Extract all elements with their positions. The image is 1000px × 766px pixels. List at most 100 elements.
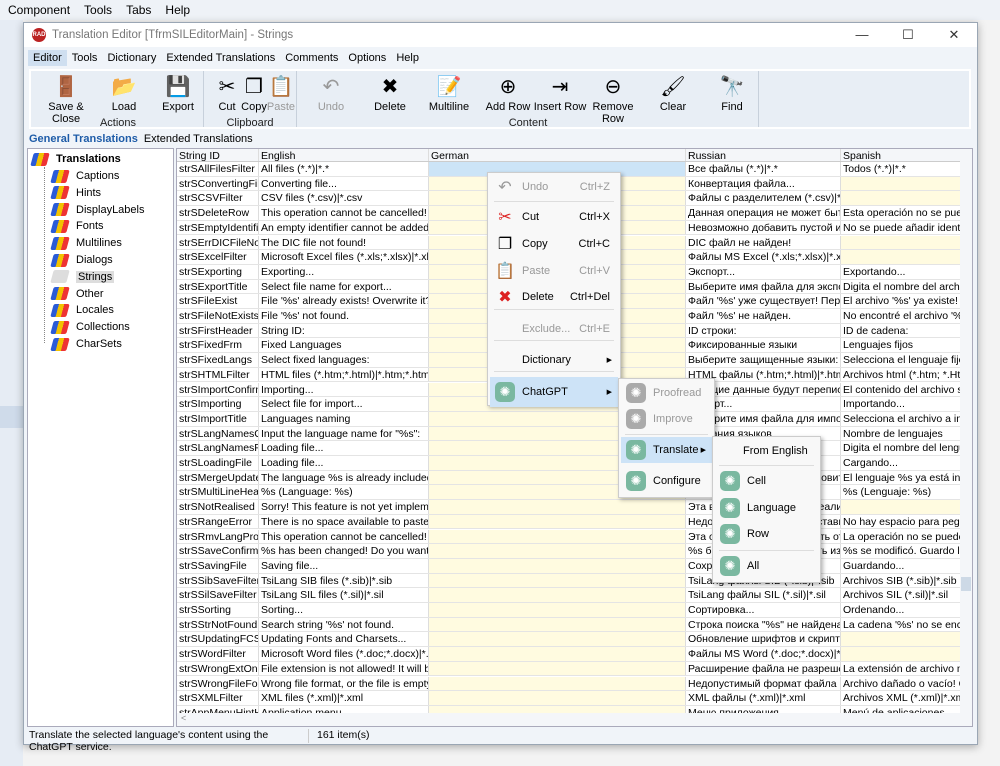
cell-spanish[interactable]: Nombre de lenguajes (841, 426, 962, 441)
cell-english[interactable]: Microsoft Word files (*.doc;*.docx)|*.do… (259, 647, 429, 661)
cell-spanish[interactable]: El contenido del archivo se sobrescribir… (841, 382, 962, 397)
cell-english[interactable]: The DIC file not found! (259, 235, 429, 250)
cell-english[interactable]: This operation cannot be cancelled! Remo… (259, 529, 429, 544)
cell-german[interactable] (429, 632, 686, 647)
cell-spanish[interactable]: Lenguajes fijos (841, 338, 962, 353)
column-header-german[interactable]: German (429, 149, 686, 161)
cell-string-id[interactable]: strSEmptyIdentifier (177, 220, 259, 235)
table-row[interactable]: strSRmvLangPromptThis operation cannot b… (177, 529, 962, 545)
cell-string-id[interactable]: strSLangNamesCapt (177, 426, 259, 441)
cell-english[interactable]: Wrong file format, or the file is empty!… (259, 676, 429, 691)
vertical-scrollbar[interactable] (960, 149, 972, 714)
table-row[interactable]: strSWrongFileFormatWrong file format, or… (177, 676, 962, 692)
cell-russian[interactable]: TsiLang файлы SIL (*.sil)|*.sil (686, 588, 841, 602)
cell-string-id[interactable]: strSFixedLangs (177, 353, 259, 367)
cell-spanish[interactable]: La operación no se puede cancelar (841, 529, 962, 544)
cell-string-id[interactable]: strSStrNotFound (177, 617, 259, 632)
cell-german[interactable] (429, 544, 686, 558)
table-row[interactable]: strSLoadingFile Loading file... Cargando..… (177, 456, 962, 471)
cell-string-id[interactable]: strSRangeError (177, 514, 259, 529)
cell-english[interactable]: Sorting... (259, 603, 429, 617)
cell-spanish[interactable]: Ordenando... (841, 603, 962, 617)
cell-string-id[interactable]: strSFileExist (177, 294, 259, 308)
tree-item-locales[interactable]: Locales (50, 302, 114, 318)
cell-string-id[interactable]: strSConvertingFile (177, 176, 259, 191)
cell-russian[interactable]: Недопустимый формат файла или файл пуст! (686, 676, 841, 691)
menu-item-translate-language[interactable]: ✺ Language (715, 495, 818, 521)
cell-spanish[interactable] (841, 500, 962, 514)
table-row[interactable]: strSImportTitleLanguages namingВыберите … (177, 411, 962, 427)
menu-comments[interactable]: Comments (280, 50, 343, 66)
cell-string-id[interactable]: strSWordFilter (177, 647, 259, 661)
menu-help[interactable]: Help (391, 50, 424, 66)
column-header-english[interactable]: English (259, 149, 429, 161)
tree-item-charsets[interactable]: CharSets (50, 336, 122, 352)
cell-string-id[interactable]: strSLangNamesPrompt (177, 441, 259, 455)
cell-russian[interactable]: Сортировка... (686, 603, 841, 617)
tree-item-fonts[interactable]: Fonts (50, 218, 104, 234)
menu-editor[interactable]: Editor (28, 50, 67, 66)
cell-english[interactable]: All files (*.*)|*.* (259, 162, 429, 176)
ribbon-button-find[interactable]: 🔭 Find (702, 73, 762, 114)
cell-russian[interactable]: Выберите защищенные языки: (686, 353, 841, 367)
menu-item-undo[interactable]: ↶ Undo Ctrl+Z (490, 174, 618, 200)
cell-spanish[interactable]: No hay espacio para pegar del portapapel… (841, 514, 962, 529)
cell-string-id[interactable]: strSRmvLangPrompt (177, 529, 259, 544)
menu-item-exclude[interactable]: Exclude... Ctrl+E (490, 316, 618, 342)
cell-string-id[interactable]: strSSorting (177, 603, 259, 617)
table-row[interactable]: strSWordFilter Microsoft Word files (*.do… (177, 647, 962, 662)
cell-english[interactable]: TsiLang SIB files (*.sib)|*.sib (259, 573, 429, 588)
cell-spanish[interactable]: No se puede añadir identificador (841, 220, 962, 235)
close-button[interactable]: ✕ (931, 27, 977, 43)
cell-russian[interactable]: Все файлы (*.*)|*.* (686, 162, 841, 176)
table-row[interactable]: strSMultiLineHeader%s (Language: %s) %s (… (177, 485, 962, 501)
cell-russian[interactable]: DIC файл не найден! (686, 235, 841, 250)
cell-russian[interactable]: Выберите имя файла для экспорта... (686, 279, 841, 294)
cell-spanish[interactable] (841, 647, 962, 661)
tree-item-displaylabels[interactable]: DisplayLabels (50, 202, 144, 218)
cell-english[interactable]: Saving file... (259, 558, 429, 573)
cell-string-id[interactable]: strSWrongFileFormat (177, 676, 259, 691)
cell-string-id[interactable]: strSLoadingFile (177, 456, 259, 470)
ide-menu-help[interactable]: Help (165, 3, 190, 17)
menu-item-delete[interactable]: ✖ Delete Ctrl+Del (490, 284, 618, 310)
cell-english[interactable]: File extension is not allowed! It will b… (259, 661, 429, 676)
tree-item-strings[interactable]: Strings (50, 269, 115, 285)
table-row[interactable]: strSLangNamesPromptLoading file... Digita… (177, 441, 962, 456)
menu-item-translate[interactable]: ✺ Translate ▶ (621, 437, 712, 463)
cell-english[interactable]: Select fixed languages: (259, 353, 429, 367)
cell-english[interactable]: Updating Fonts and Charsets... (259, 632, 429, 647)
cell-russian[interactable]: Файлы MS Word (*.doc;*.docx)|*.doc;*.doc… (686, 647, 841, 661)
ribbon-button-add-row[interactable]: ⊕ Add Row (478, 73, 538, 114)
ribbon-button-undo[interactable]: ↶ Undo (301, 73, 361, 114)
cell-spanish[interactable]: La cadena '%s' no se encontró. (841, 617, 962, 632)
cell-spanish[interactable]: %s se modificó. Guardo los cambios? (841, 544, 962, 558)
menu-item-copy[interactable]: ❐ Copy Ctrl+C (490, 231, 618, 257)
table-row[interactable]: strSUpdatingFCS Updating Fonts and Charse… (177, 632, 962, 648)
tree-item-captions[interactable]: Captions (50, 168, 119, 184)
cell-english[interactable]: CSV files (*.csv)|*.csv (259, 191, 429, 206)
cell-string-id[interactable]: strSDeleteRow (177, 206, 259, 220)
table-row[interactable]: strSLangNamesCaptInput the language name… (177, 426, 962, 442)
cell-english[interactable]: Microsoft Excel files (*.xls;*.xlsx)|*.x… (259, 250, 429, 264)
menu-item-from-english[interactable]: From English (715, 438, 818, 464)
cell-string-id[interactable]: strSMergeUpdate (177, 470, 259, 485)
cell-spanish[interactable]: Selecciona el lenguaje fijo: (841, 353, 962, 367)
ribbon-button-delete[interactable]: ✖ Delete (360, 73, 420, 114)
table-row[interactable]: strSRangeError There is no space availabl… (177, 514, 962, 530)
table-row[interactable]: strSSorting Sorting... Сортировка... Ordena… (177, 603, 962, 618)
cell-string-id[interactable]: strSUpdatingFCS (177, 632, 259, 647)
menu-item-paste[interactable]: 📋 Paste Ctrl+V (490, 258, 618, 284)
cell-russian[interactable]: Обновление шрифтов и скриптов... (686, 632, 841, 647)
cell-russian[interactable]: Расширение файла не разрешено! Он будет (686, 661, 841, 676)
menu-tools[interactable]: Tools (67, 50, 103, 66)
cell-string-id[interactable]: strSErrDICFileNotExist (177, 235, 259, 250)
cell-string-id[interactable]: strSCSVFilter (177, 191, 259, 206)
cell-english[interactable]: This operation cannot be cancelled! Remo… (259, 206, 429, 220)
cell-string-id[interactable]: strSExcelFilter (177, 250, 259, 264)
tree-item-multilines[interactable]: Multilines (50, 235, 122, 251)
cell-string-id[interactable]: strSFileNotExists (177, 309, 259, 323)
tab-extended-translations[interactable]: Extended Translations (144, 133, 253, 145)
cell-string-id[interactable]: strSWrongExtOnImp (177, 661, 259, 676)
cell-string-id[interactable]: strSImportTitle (177, 411, 259, 426)
